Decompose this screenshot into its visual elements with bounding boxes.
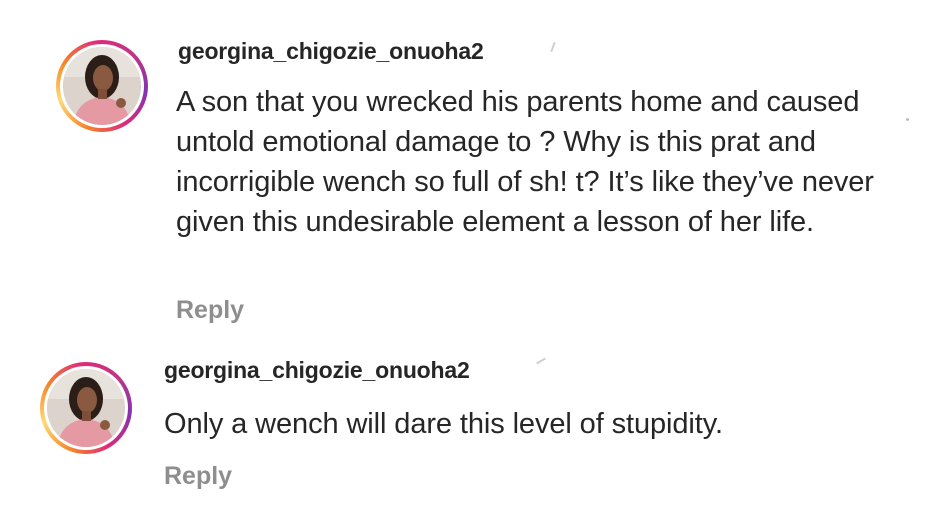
comment-username[interactable]: georgina_chigozie_onuoha2: [164, 357, 470, 384]
comment-text: Only a wench will dare this level of stu…: [164, 408, 723, 440]
avatar-ring-gap: [60, 44, 144, 128]
avatar-story-ring[interactable]: [56, 40, 148, 132]
comment-username[interactable]: georgina_chigozie_onuoha2: [178, 38, 484, 65]
avatar[interactable]: [47, 369, 125, 447]
comment-text: A son that you wrecked his parents home …: [176, 86, 874, 238]
edit-mark: [536, 357, 546, 365]
decor-dot: [906, 118, 909, 121]
avatar-ring-gap: [44, 366, 128, 450]
profile-photo-icon: [47, 369, 125, 447]
avatar[interactable]: [63, 47, 141, 125]
profile-photo-icon: [63, 47, 141, 125]
avatar-story-ring[interactable]: [40, 362, 132, 454]
reply-button[interactable]: Reply: [164, 462, 232, 491]
edit-mark: [550, 41, 556, 53]
reply-button[interactable]: Reply: [176, 296, 244, 325]
